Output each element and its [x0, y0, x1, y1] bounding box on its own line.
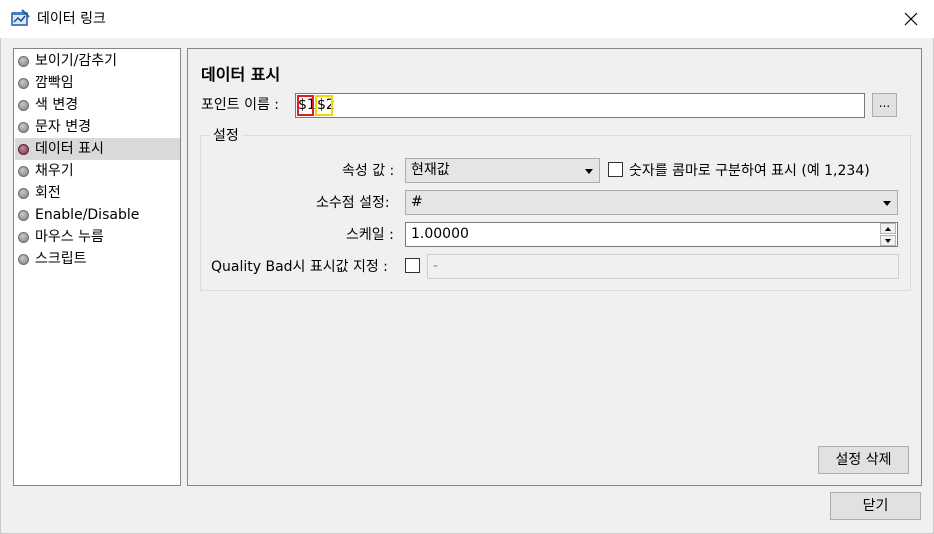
panel-title: 데이터 표시: [201, 65, 281, 84]
sidebar-item-script[interactable]: 스크립트: [15, 248, 180, 270]
settings-legend: 설정: [210, 127, 242, 145]
window-title: 데이터 링크: [37, 11, 106, 27]
dialog-body: 보이기/감추기 깜빡임 색 변경 문자 변경 데이터 표시 채우기 회전 Ena…: [0, 38, 934, 534]
title-bar: 데이터 링크: [0, 0, 934, 38]
sidebar-item-mouse-press[interactable]: 마우스 누름: [15, 226, 180, 248]
bullet-icon: [18, 56, 29, 67]
scale-value: 1.00000: [411, 226, 469, 242]
arrow-up-icon: [885, 227, 891, 231]
sidebar-item-label: 채우기: [35, 163, 74, 179]
arrow-down-icon: [885, 239, 891, 243]
browse-point-button[interactable]: ...: [872, 93, 897, 117]
chevron-down-icon: [585, 169, 593, 174]
scale-spinner[interactable]: 1.00000: [405, 222, 898, 247]
sidebar-item-color-change[interactable]: 색 변경: [15, 94, 180, 116]
sidebar-item-fill[interactable]: 채우기: [15, 160, 180, 182]
close-icon: [904, 12, 918, 26]
app-icon: [10, 9, 30, 29]
close-window-button[interactable]: [888, 0, 934, 38]
bullet-icon: [18, 122, 29, 133]
quality-bad-label: Quality Bad시 표시값 지정 :: [211, 259, 388, 275]
quality-bad-checkbox[interactable]: [405, 258, 420, 273]
sidebar-item-label: 깜빡임: [35, 75, 74, 91]
quality-bad-value-input: -: [427, 254, 899, 279]
comma-separator-label: 숫자를 콤마로 구분하여 표시 (예 1,234): [629, 163, 870, 179]
sidebar-item-blink[interactable]: 깜빡임: [15, 72, 180, 94]
data-display-panel: 데이터 표시 포인트 이름 : $1 . $2 ... 설정 속성 값 : 현재…: [187, 48, 922, 486]
decimal-select[interactable]: #: [405, 190, 898, 215]
sidebar-item-enable-disable[interactable]: Enable/Disable: [15, 204, 180, 226]
bullet-icon: [18, 100, 29, 111]
bullet-icon: [18, 188, 29, 199]
bullet-icon: [18, 254, 29, 265]
bullet-icon: [18, 210, 29, 221]
spin-down-button[interactable]: [880, 235, 896, 246]
sidebar-item-label: 보이기/감추기: [35, 53, 117, 69]
chevron-down-icon: [883, 201, 891, 206]
attribute-label: 속성 값 :: [342, 163, 395, 179]
bullet-icon: [18, 144, 29, 155]
sidebar-item-label: 마우스 누름: [35, 229, 104, 245]
decimal-label: 소수점 설정:: [316, 195, 390, 211]
bullet-icon: [18, 78, 29, 89]
attribute-selected-value: 현재값: [411, 162, 450, 178]
sidebar-item-label: 색 변경: [35, 97, 79, 113]
bullet-icon: [18, 232, 29, 243]
decimal-selected-value: #: [411, 194, 423, 210]
sidebar-item-label: 문자 변경: [35, 119, 91, 135]
spin-up-button[interactable]: [880, 223, 896, 234]
sidebar-item-text-change[interactable]: 문자 변경: [15, 116, 180, 138]
point-name-label: 포인트 이름 :: [201, 97, 280, 113]
sidebar-item-label: 회전: [35, 185, 61, 201]
close-button[interactable]: 닫기: [830, 492, 921, 520]
quality-bad-value: -: [433, 258, 439, 274]
sidebar-item-label: 데이터 표시: [35, 141, 104, 157]
highlight-box-yellow: [315, 95, 333, 116]
attribute-select[interactable]: 현재값: [405, 158, 600, 183]
sidebar-item-show-hide[interactable]: 보이기/감추기: [15, 50, 180, 72]
scale-label: 스케일 :: [346, 227, 394, 243]
delete-settings-button[interactable]: 설정 삭제: [818, 446, 909, 474]
comma-separator-checkbox[interactable]: [608, 162, 623, 177]
bullet-icon: [18, 166, 29, 177]
point-name-input[interactable]: $1 . $2: [295, 93, 865, 118]
sidebar-item-label: 스크립트: [35, 251, 87, 267]
sidebar-item-rotate[interactable]: 회전: [15, 182, 180, 204]
action-list: 보이기/감추기 깜빡임 색 변경 문자 변경 데이터 표시 채우기 회전 Ena…: [13, 48, 181, 486]
highlight-box-red: [297, 95, 314, 116]
sidebar-item-label: Enable/Disable: [35, 207, 140, 223]
sidebar-item-data-display[interactable]: 데이터 표시: [15, 138, 180, 160]
